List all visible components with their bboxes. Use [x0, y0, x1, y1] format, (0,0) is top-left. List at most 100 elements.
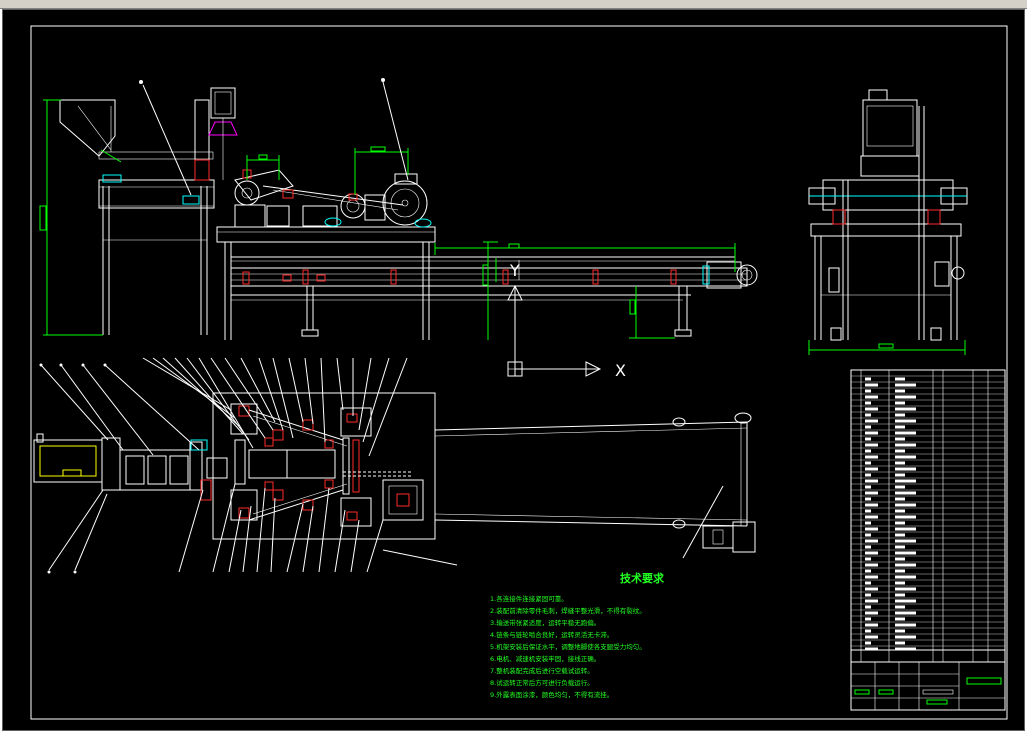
- parts-row-text-mark: [895, 473, 905, 477]
- parts-row-text-mark: [895, 629, 905, 633]
- parts-row-text-mark: [865, 473, 871, 477]
- parts-row-text-mark: [895, 605, 905, 609]
- tech-req-item: 2.装配前清除零件毛刺，焊缝平整光滑，不得有裂纹。: [490, 606, 646, 615]
- parts-row-text-mark: [865, 641, 871, 645]
- parts-row-text-mark: [895, 569, 905, 573]
- parts-row-text-mark: [865, 515, 878, 519]
- parts-row-text-mark: [865, 431, 878, 435]
- parts-row-text-mark: [895, 617, 905, 621]
- parts-row-text-mark: [865, 617, 871, 621]
- parts-row-text-mark: [895, 503, 916, 507]
- drawing-border: [30, 25, 1008, 720]
- parts-row-text-mark: [865, 485, 871, 489]
- parts-row-text-mark: [895, 545, 905, 549]
- parts-row-text-mark: [865, 611, 878, 615]
- parts-row-text-mark: [895, 599, 916, 603]
- parts-row-text-mark: [895, 485, 905, 489]
- front-elevation-view: [39, 78, 758, 340]
- parts-row-text-mark: [865, 449, 871, 453]
- parts-row-text-mark: [895, 389, 905, 393]
- parts-row-text-mark: [895, 455, 916, 459]
- parts-row-text-mark: [865, 407, 878, 411]
- parts-row-text-mark: [865, 383, 878, 387]
- parts-row-text-mark: [895, 467, 916, 471]
- parts-row-text-mark: [865, 401, 871, 405]
- parts-row-text-mark: [895, 437, 905, 441]
- parts-row-text-mark: [865, 539, 878, 543]
- tech-req-item: 1.各连接件连接紧固可靠。: [490, 594, 568, 603]
- window-title-bar: [0, 0, 1027, 9]
- parts-row-text-mark: [865, 581, 871, 585]
- ucs-axis-icon: Y X: [507, 261, 626, 380]
- parts-row-text-mark: [895, 431, 916, 435]
- parts-row-text-mark: [895, 611, 916, 615]
- parts-row-text-mark: [865, 377, 871, 381]
- parts-row-text-mark: [895, 419, 916, 423]
- cad-drawing-canvas[interactable]: Y X 技术要求 1.各连接件连接紧固可靠。 2.装配前清除零件毛刺，焊缝平整光…: [2, 9, 1025, 731]
- parts-row-text-mark: [865, 419, 878, 423]
- parts-row-text-mark: [865, 413, 871, 417]
- parts-row-text-mark: [895, 557, 905, 561]
- tech-req-item: 4.链条与链轮啮合良好，运转灵活无卡滞。: [490, 630, 613, 639]
- parts-row-text-mark: [865, 503, 878, 507]
- parts-row-text-mark: [865, 563, 878, 567]
- parts-row-text-mark: [865, 545, 871, 549]
- parts-row-text-mark: [895, 641, 905, 645]
- parts-row-text-mark: [895, 479, 916, 483]
- parts-row-text-mark: [865, 479, 878, 483]
- parts-row-text-mark: [865, 605, 871, 609]
- parts-row-text-mark: [895, 635, 916, 639]
- parts-row-text-mark: [865, 437, 871, 441]
- parts-row-text-mark: [865, 593, 871, 597]
- parts-row-text-mark: [895, 425, 905, 429]
- parts-row-text-mark: [865, 623, 878, 627]
- parts-row-text-mark: [895, 551, 916, 555]
- parts-row-text-mark: [865, 551, 878, 555]
- parts-row-text-mark: [865, 467, 878, 471]
- title-block: [850, 661, 1006, 711]
- parts-row-text-mark: [865, 455, 878, 459]
- tech-req-item: 6.电机、减速机安装牢固，接线正确。: [490, 654, 600, 663]
- drawing-svg: Y X 技术要求 1.各连接件连接紧固可靠。 2.装配前清除零件毛刺，焊缝平整光…: [30, 25, 1008, 720]
- parts-row-text-mark: [865, 389, 871, 393]
- parts-row-text-mark: [895, 443, 916, 447]
- parts-row-text-mark: [865, 509, 871, 513]
- side-elevation-view: [808, 89, 968, 355]
- parts-row-text-mark: [865, 491, 878, 495]
- parts-row-text-mark: [865, 497, 871, 501]
- parts-row-text-mark: [865, 629, 871, 633]
- parts-row-text-mark: [865, 587, 878, 591]
- y-axis-label: Y: [509, 261, 520, 280]
- parts-row-text-mark: [895, 527, 916, 531]
- parts-row-text-mark: [895, 461, 905, 465]
- parts-row-text-mark: [865, 533, 871, 537]
- parts-row-text-mark: [895, 521, 905, 525]
- parts-row-text-mark: [895, 581, 905, 585]
- parts-row-text-mark: [865, 569, 871, 573]
- parts-list-table: [850, 369, 1006, 663]
- parts-row-text-mark: [895, 515, 916, 519]
- parts-row-text-mark: [895, 383, 916, 387]
- plan-view: [33, 357, 756, 574]
- parts-row-text-mark: [865, 575, 878, 579]
- parts-row-text-mark: [895, 539, 916, 543]
- tech-req-item: 8.试运转正常后方可进行负载运行。: [490, 678, 594, 687]
- parts-row-text-mark: [895, 377, 905, 381]
- parts-row-text-mark: [865, 443, 878, 447]
- parts-row-text-mark: [865, 521, 871, 525]
- parts-row-text-mark: [895, 587, 916, 591]
- parts-row-text-mark: [895, 575, 916, 579]
- parts-row-text-mark: [865, 395, 878, 399]
- parts-row-text-mark: [895, 413, 905, 417]
- tech-req-item: 3.输送带张紧适度，运转平稳无跑偏。: [490, 618, 600, 627]
- parts-row-text-mark: [895, 491, 916, 495]
- parts-row-text-mark: [865, 461, 871, 465]
- parts-row-text-mark: [865, 557, 871, 561]
- parts-row-text-mark: [895, 395, 916, 399]
- x-axis-label: X: [615, 361, 626, 380]
- parts-row-text-mark: [895, 497, 905, 501]
- parts-row-text-mark: [865, 527, 878, 531]
- parts-row-text-mark: [865, 599, 878, 603]
- parts-row-text-mark: [895, 449, 905, 453]
- parts-row-text-mark: [895, 563, 916, 567]
